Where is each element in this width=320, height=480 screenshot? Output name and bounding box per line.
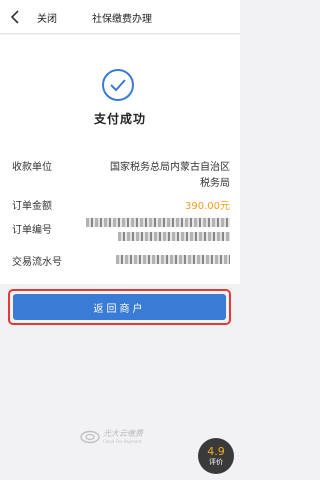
payee-value-line2: 税务局 xyxy=(200,178,230,189)
rating-button[interactable]: 4.9 评价 xyxy=(198,438,234,474)
footer-logo-en: Cloud Fee Payment xyxy=(103,439,142,444)
serial-number-label: 交易流水号 xyxy=(12,257,62,268)
serial-number-masked xyxy=(116,255,230,264)
footer-logo-name: 光大云缴费 xyxy=(103,429,143,438)
order-number-masked-line2 xyxy=(118,232,230,241)
order-number-label: 订单编号 xyxy=(12,225,52,236)
check-circle-icon xyxy=(101,68,135,102)
chevron-left-icon[interactable] xyxy=(6,8,24,26)
return-to-merchant-button[interactable]: 返回商户 xyxy=(13,294,226,320)
footer-logo: 光大云缴费 Cloud Fee Payment xyxy=(80,424,143,448)
close-button[interactable]: 关闭 xyxy=(37,10,57,25)
rating-score: 4.9 xyxy=(207,444,225,458)
amount-value: 390.00元 xyxy=(185,201,230,212)
order-number-masked xyxy=(86,218,230,227)
nav-bar: 关闭 社保缴费办理 xyxy=(0,0,240,34)
return-button-highlight: 返回商户 xyxy=(8,289,231,325)
payee-label: 收款单位 xyxy=(12,162,52,173)
payee-value-line1: 国家税务总局内蒙古自治区 xyxy=(110,162,230,173)
cloud-logo-icon xyxy=(80,429,100,444)
page-title: 社保缴费办理 xyxy=(92,14,152,25)
payment-success-text: 支付成功 xyxy=(93,112,146,126)
rating-label: 评价 xyxy=(209,457,223,466)
amount-label: 订单金额 xyxy=(12,201,52,212)
